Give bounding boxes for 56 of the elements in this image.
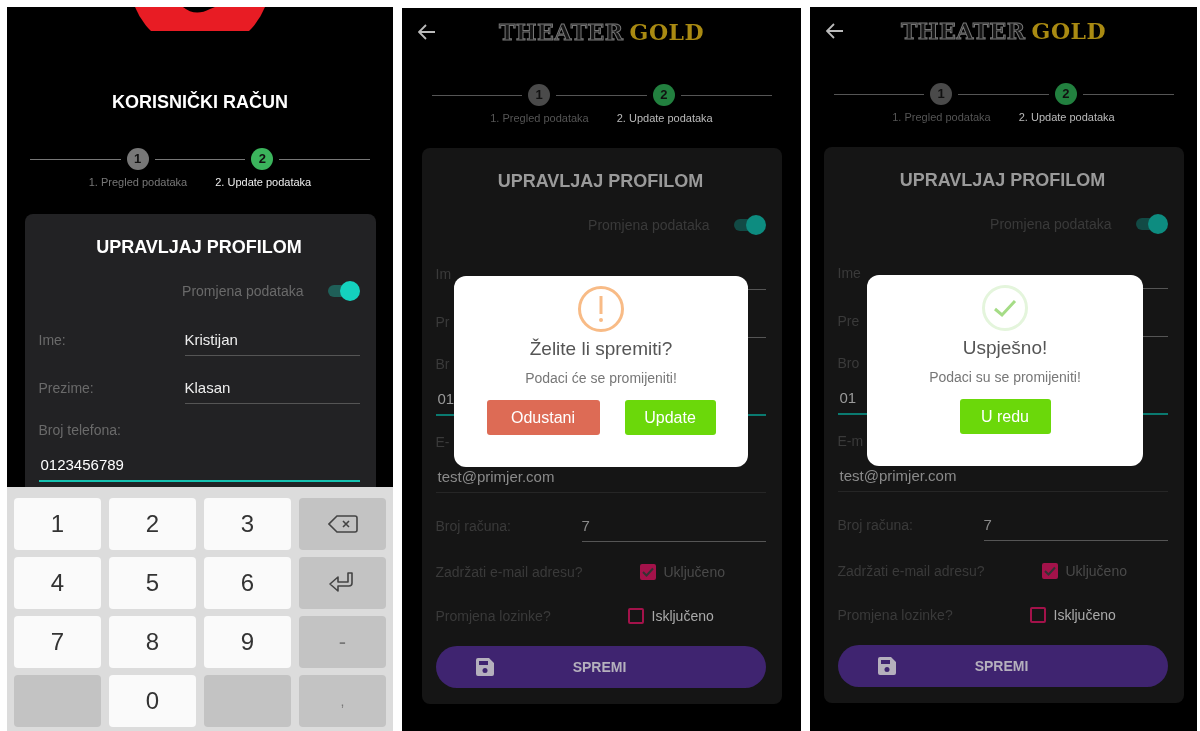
checkbox[interactable] [1041,563,1058,579]
card-title: UPRAVLJAJ PROFILOM [898,169,1107,192]
page-title: KORISNIČKI RAČUN [112,90,288,114]
digit-key[interactable]: 1 [14,498,101,550]
save-button[interactable]: SPREMI [837,645,1168,687]
card-title: UPRAVLJAJ PROFILOM [95,236,303,259]
save-button[interactable]: SPREMI [435,646,766,688]
checkmark-icon [979,285,1031,331]
checkbox-caption: Isključeno [651,608,714,624]
card-title: UPRAVLJAJ PROFILOM [496,170,705,193]
step-label: 1. Pregled podataka [88,176,188,188]
enter-key[interactable] [299,557,386,609]
step-label: 1. Pregled podataka [490,112,589,124]
step-label: 1. Pregled podataka [892,111,991,123]
step-label: 2. Update podataka [616,112,713,124]
field-label: Ime: [38,332,67,348]
field-label: Broj telefona: [38,422,121,438]
step-number: 1 [930,83,953,105]
step-number: 2 [251,148,274,170]
checkbox[interactable] [627,608,644,624]
dialog-title: Uspješno! [962,337,1048,359]
back-arrow-icon[interactable] [416,22,438,42]
step-number: 2 [652,84,675,106]
checkbox[interactable] [639,564,656,580]
input-field[interactable]: Kristijan [184,324,360,356]
digit-key[interactable]: 4 [14,557,101,609]
warning-icon [575,286,627,332]
digit-key[interactable]: 5 [109,557,196,609]
toggle-label: Promjena podataka [182,283,304,299]
field-label: Prezime: [38,380,95,396]
dialog-message: Podaci su se promijeniti! [929,369,1081,385]
digit-key[interactable]: 7 [14,616,101,668]
digit-key[interactable]: 2 [109,498,196,550]
digit-key[interactable]: 3 [204,498,291,550]
checkbox-caption: Isključeno [1053,607,1116,623]
digit-key[interactable]: 9 [204,616,291,668]
step-number: 2 [1054,83,1077,105]
input-field[interactable]: Klasan [184,372,360,404]
dialog-message: Podaci će se promijeniti! [525,370,677,386]
backspace-icon [327,515,358,533]
step-label: 2. Update podataka [215,176,312,188]
input-field[interactable]: 0123456789 [38,448,360,482]
digit-key[interactable]: 0 [109,675,196,727]
backspace-key[interactable] [299,498,386,550]
step-label: 2. Update podataka [1018,111,1115,123]
logo-wordmark: THEATER GOLD [900,18,1107,44]
back-arrow-icon[interactable] [824,21,846,41]
digit-key[interactable]: 8 [109,616,196,668]
dialog-title: Želite li spremiti? [529,338,673,360]
logo-wordmark: THEATER GOLD [498,19,705,45]
checkbox[interactable] [1029,607,1046,623]
step-number: 1 [528,84,551,106]
input-field[interactable]: 7 [581,510,766,542]
step-number: 1 [126,148,149,170]
digit-key[interactable]: 6 [204,557,291,609]
input-field[interactable]: 7 [983,509,1168,541]
